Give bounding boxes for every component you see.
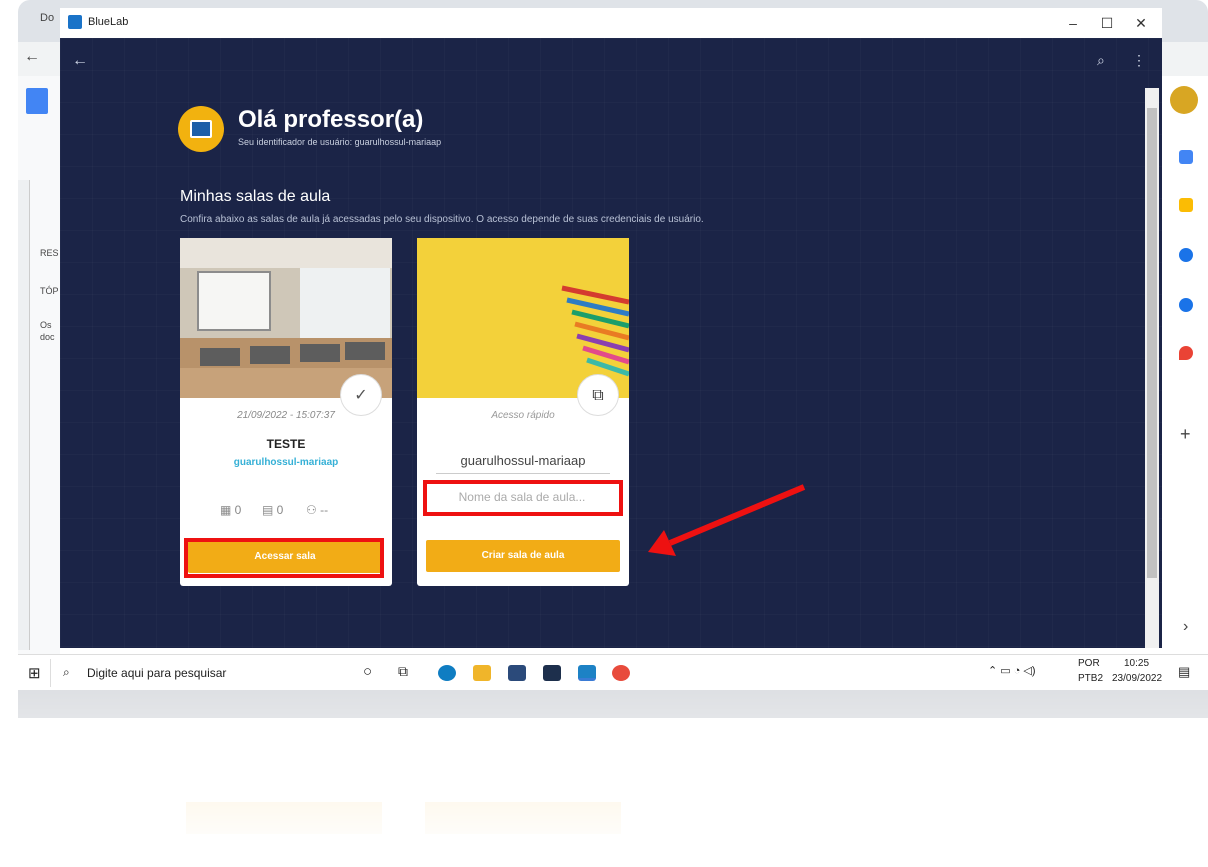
background-tab[interactable]: Do: [40, 12, 54, 24]
side-text: Os: [40, 320, 52, 330]
store-icon[interactable]: [508, 665, 526, 681]
cortana-icon[interactable]: ○: [363, 663, 372, 680]
calendar-stat-value: 0: [234, 503, 242, 517]
scrollbar-thumb[interactable]: [1147, 108, 1157, 578]
quick-access-label: Acesso rápido: [491, 410, 555, 421]
maps-icon[interactable]: [1179, 346, 1193, 360]
chevron-right-icon[interactable]: ›: [1183, 618, 1188, 636]
highlight-box: [423, 480, 623, 516]
section-subtitle: Confira abaixo as salas de aula já acess…: [180, 214, 704, 225]
notifications-icon[interactable]: ▤: [1178, 664, 1190, 680]
mail-icon[interactable]: [543, 665, 561, 681]
chrome-icon[interactable]: [612, 665, 630, 681]
calendar-icon[interactable]: [1179, 150, 1193, 164]
clock-time[interactable]: 10:25: [1124, 658, 1149, 669]
bluelab-logo-icon: [68, 15, 82, 29]
user-identifier: Seu identificador de usuário: guarulhoss…: [238, 137, 442, 147]
calendar-stat-icon: ▦ 0: [220, 503, 242, 517]
taskbar-search-input[interactable]: Digite aqui para pesquisar: [87, 666, 226, 680]
add-icon[interactable]: +: [1180, 424, 1191, 445]
windows-taskbar: ⊞ ⌕ Digite aqui para pesquisar ○ ⧉ ⌃ ▭ ◔…: [18, 654, 1208, 690]
avatar[interactable]: [1170, 86, 1198, 114]
more-menu-icon[interactable]: ⋮: [1132, 52, 1146, 69]
people-stat-value: --: [320, 503, 329, 517]
quick-access-card: ⧉ Acesso rápido guarulhossul-mariaap Cri…: [417, 238, 629, 586]
people-stat-icon: ⚇ --: [306, 503, 329, 517]
window-title: BlueLab: [88, 16, 129, 28]
windows-start-icon[interactable]: ⊞: [28, 664, 41, 682]
file-stat-icon: ▤ 0: [262, 503, 284, 517]
background-back-icon[interactable]: ←: [24, 48, 40, 66]
room-user[interactable]: guarulhossul-mariaap: [180, 457, 392, 468]
search-icon[interactable]: ⌕: [1097, 52, 1105, 69]
screenshot: Do ← RES TÓP Os doc + › BlueLab – ☐ ✕ ← …: [0, 0, 1208, 867]
bluelab-badge-icon: [178, 106, 224, 152]
side-text: TÓP: [40, 286, 59, 296]
vertical-ruler: [18, 180, 30, 650]
system-tray-icons[interactable]: ⌃ ▭ ◔ ◁): [988, 664, 1036, 677]
bluelab-taskbar-icon[interactable]: [578, 665, 596, 681]
quick-user-field[interactable]: guarulhossul-mariaap: [436, 448, 610, 474]
reflection-fade: [18, 690, 1208, 867]
file-explorer-icon[interactable]: [473, 665, 491, 681]
keep-icon[interactable]: [1179, 198, 1193, 212]
highlight-box: [184, 538, 384, 578]
search-glass-icon: ⌕: [63, 665, 70, 679]
mirror-reflection: [18, 690, 1208, 867]
side-text: RES: [40, 248, 59, 258]
window-titlebar: BlueLab – ☐ ✕: [60, 8, 1162, 38]
file-stat-value: 0: [276, 503, 284, 517]
task-view-icon[interactable]: ⧉: [398, 663, 408, 680]
greeting-title: Olá professor(a): [238, 106, 424, 133]
contacts-icon[interactable]: [1179, 298, 1193, 312]
maximize-button[interactable]: ☐: [1090, 12, 1124, 34]
section-title: Minhas salas de aula: [180, 188, 331, 205]
bluelab-window: BlueLab – ☐ ✕ ← ⌕ ⋮ Olá professor(a) Seu…: [60, 8, 1162, 648]
create-room-button[interactable]: Criar sala de aula: [426, 540, 620, 572]
edge-icon[interactable]: [438, 665, 456, 681]
language-indicator[interactable]: POR: [1078, 658, 1100, 669]
room-date: 21/09/2022 - 15:07:37: [237, 410, 335, 421]
minimize-button[interactable]: –: [1056, 12, 1090, 34]
room-name: TESTE: [266, 437, 306, 451]
side-text: doc: [40, 332, 55, 342]
clock-date[interactable]: 23/09/2022: [1112, 673, 1162, 684]
back-arrow-icon[interactable]: ←: [72, 52, 88, 70]
docs-icon[interactable]: [26, 88, 48, 114]
taskbar-search[interactable]: ⌕ Digite aqui para pesquisar: [50, 659, 352, 687]
app-content: ← ⌕ ⋮ Olá professor(a) Seu identificador…: [60, 38, 1162, 648]
tasks-icon[interactable]: [1179, 248, 1193, 262]
keyboard-indicator[interactable]: PTB2: [1078, 673, 1103, 684]
room-card[interactable]: ✓ 21/09/2022 - 15:07:37 TESTE guarulhoss…: [180, 238, 392, 586]
scrollbar[interactable]: [1145, 88, 1159, 648]
close-button[interactable]: ✕: [1124, 12, 1158, 34]
